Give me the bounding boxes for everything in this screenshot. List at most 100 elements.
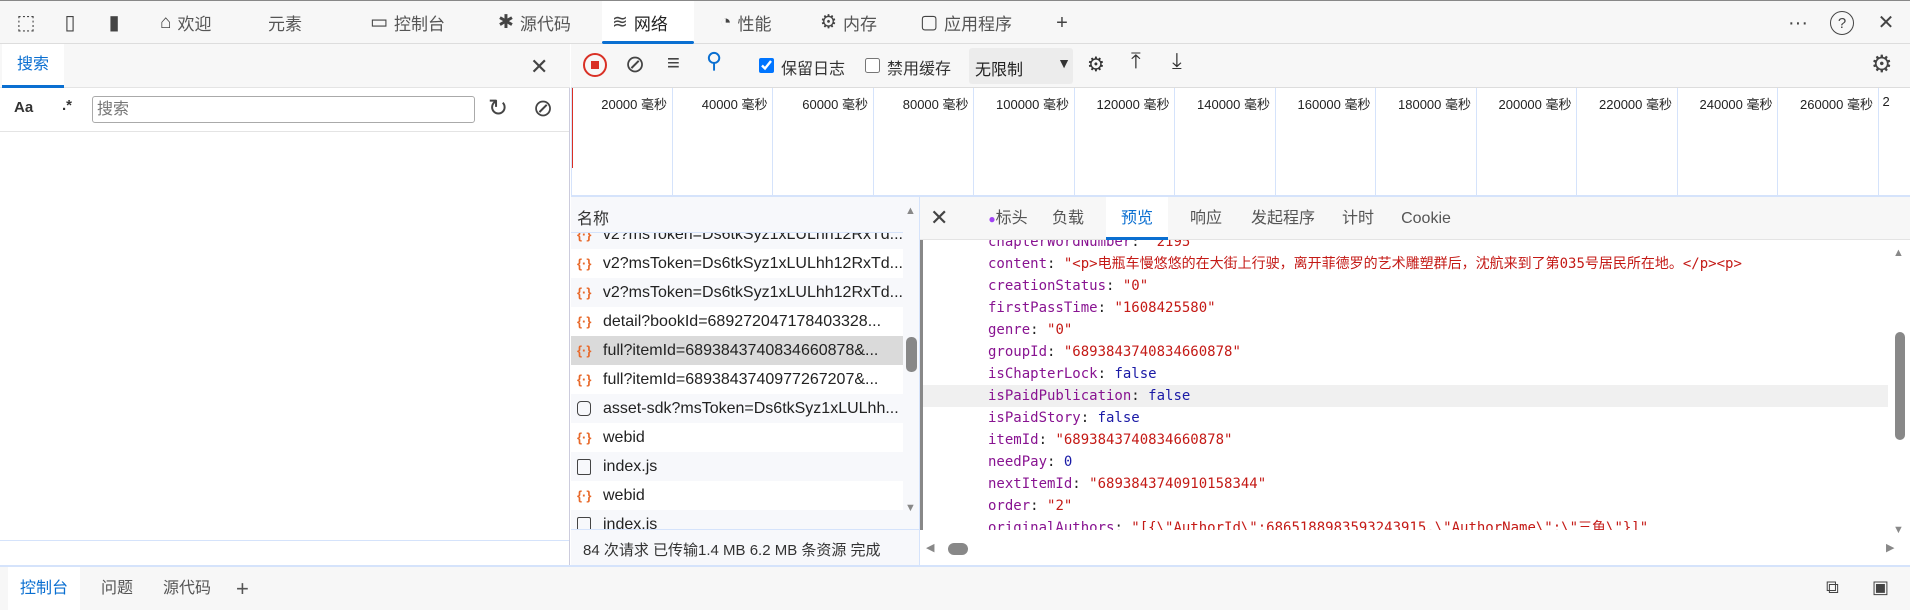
- dropdown-arrow-icon: ▼: [1057, 55, 1071, 71]
- tab-gauge[interactable]: ◔ 性能: [710, 1, 800, 44]
- import-har-icon[interactable]: ⤒: [1131, 48, 1141, 74]
- add-drawer-tab-icon[interactable]: +: [236, 567, 249, 610]
- request-name: v2?msToken=Ds6tkSyz1xLULhh12RxTd...: [602, 283, 903, 301]
- timeline-tick: 60000 毫秒: [772, 88, 872, 195]
- clear-icon[interactable]: ⊘: [533, 94, 553, 123]
- search-icon[interactable]: ⚲: [706, 48, 722, 74]
- timeline-tick: 160000 毫秒: [1274, 88, 1375, 195]
- json-property[interactable]: groupId: "6893843740834660878": [988, 341, 1241, 363]
- details-tab[interactable]: 发起程序: [1246, 197, 1320, 240]
- refresh-icon[interactable]: ↻: [488, 94, 508, 123]
- request-name: full?itemId=6893843740834660878&...: [603, 341, 879, 359]
- regex-toggle[interactable]: .*: [62, 97, 72, 114]
- wifi-icon: ≋: [612, 12, 628, 33]
- json-property[interactable]: genre: "0": [988, 319, 1072, 341]
- more-icon[interactable]: ···: [1786, 11, 1810, 35]
- tab-app[interactable]: ▢ 应用程序: [910, 1, 1035, 44]
- filter-icon[interactable]: ≡: [667, 50, 680, 76]
- details-tab[interactable]: ●标头: [982, 197, 1034, 240]
- drawer: 控制台 问题 源代码 + ⧉ ▣: [0, 565, 1910, 610]
- tab-code[interactable]: 元素: [252, 1, 352, 44]
- network-overview-timeline[interactable]: 20000 毫秒 40000 毫秒 60000 毫秒 80000 毫秒 100000 毫…: [571, 88, 1910, 197]
- close-devtools-icon[interactable]: ✕: [1874, 11, 1898, 35]
- request-row[interactable]: {·} v2?msToken=Ds6tkSyz1xLULhh12RxTd...: [571, 278, 903, 307]
- request-name: index.js: [603, 515, 658, 530]
- json-property[interactable]: nextItemId: "6893843740910158344": [988, 473, 1266, 495]
- dock-icon[interactable]: ⧉: [1826, 577, 1839, 598]
- sidebar-toggle-icon[interactable]: ▮: [102, 11, 126, 35]
- json-property[interactable]: content: "<p>电瓶车慢悠悠的在大街上行驶，离开菲德罗的艺术雕塑群后，…: [988, 253, 1742, 275]
- preview-scrollbar[interactable]: [1895, 332, 1905, 440]
- name-column-header[interactable]: 名称: [571, 197, 903, 233]
- request-row[interactable]: {·} full?itemId=6893843740834660878&...: [571, 336, 903, 365]
- export-har-icon[interactable]: ⤓: [1172, 48, 1182, 74]
- json-property[interactable]: isPaidStory: false: [988, 407, 1140, 429]
- scroll-down-icon[interactable]: ▼: [905, 502, 916, 514]
- request-row[interactable]: {·} v2?msToken=Ds6tkSyz1xLULhh12RxTd...: [571, 249, 903, 278]
- search-tab[interactable]: 搜索: [2, 44, 64, 88]
- match-case-toggle[interactable]: Aa: [14, 99, 33, 116]
- tab-label: 欢迎: [177, 15, 212, 34]
- network-conditions-icon[interactable]: ⚙: [1087, 52, 1105, 77]
- drawer-tab[interactable]: 问题: [92, 567, 142, 610]
- details-tab[interactable]: Cookie: [1396, 197, 1456, 240]
- request-row[interactable]: {·} full?itemId=6893843740977267207&...: [571, 365, 903, 394]
- list-scrollbar[interactable]: [906, 337, 917, 372]
- scroll-up-icon[interactable]: ▲: [1893, 247, 1904, 259]
- tab-bug[interactable]: ✱ 源代码: [488, 1, 588, 44]
- json-property[interactable]: isPaidPublication: false: [988, 385, 1190, 407]
- disable-cache-checkbox[interactable]: [865, 58, 880, 73]
- throttle-select[interactable]: 无限制 ▼: [969, 48, 1073, 84]
- request-row[interactable]: {·} v2?msToken=Ds6tkSyz1xLULhh12RxTd...: [571, 233, 903, 249]
- json-property[interactable]: itemId: "6893843740834660878": [988, 429, 1232, 451]
- details-tab[interactable]: 计时: [1332, 197, 1384, 240]
- drawer-tab[interactable]: 控制台: [8, 567, 80, 610]
- timeline-tick: 200000 毫秒: [1475, 88, 1576, 195]
- search-input[interactable]: [92, 96, 475, 123]
- close-details-icon[interactable]: ✕: [930, 205, 948, 231]
- file-icon: [577, 458, 591, 475]
- tab-console[interactable]: ▭ 控制台: [360, 1, 475, 44]
- home-icon: ⌂: [160, 11, 172, 33]
- add-tab-icon[interactable]: +: [1050, 11, 1074, 35]
- json-property[interactable]: originalAuthors: "[{\"AuthorId\":6865188…: [988, 517, 1648, 530]
- request-row[interactable]: index.js: [571, 510, 903, 529]
- details-tab[interactable]: 负载: [1042, 197, 1094, 240]
- record-button[interactable]: [583, 53, 607, 77]
- json-property[interactable]: order: "2": [988, 495, 1072, 517]
- close-drawer-icon[interactable]: ▣: [1872, 577, 1889, 598]
- tab-home[interactable]: ⌂ 欢迎: [150, 1, 240, 44]
- preserve-log-checkbox[interactable]: [759, 58, 774, 73]
- clear-log-icon[interactable]: ⊘: [625, 50, 645, 79]
- close-search-icon[interactable]: ✕: [530, 54, 548, 80]
- request-row[interactable]: {·} webid: [571, 423, 903, 452]
- timeline-tick: 220000 毫秒: [1576, 88, 1676, 195]
- file-icon: [577, 516, 591, 529]
- request-row[interactable]: index.js: [571, 452, 903, 481]
- request-name: v2?msToken=Ds6tkSyz1xLULhh12RxTd...: [602, 254, 903, 272]
- tab-label: 性能: [737, 15, 772, 34]
- json-property[interactable]: firstPassTime: "1608425580": [988, 297, 1216, 319]
- settings-gear-icon[interactable]: ⚙: [1871, 50, 1893, 79]
- fetch-xhr-icon: {·}: [577, 430, 592, 445]
- tab-wifi[interactable]: ≋ 网络: [602, 1, 694, 44]
- json-property[interactable]: chapterWordNumber: "2195": [988, 240, 1199, 253]
- request-row[interactable]: {·} detail?bookId=689272047178403328...: [571, 307, 903, 336]
- scroll-up-icon[interactable]: ▲: [905, 205, 916, 217]
- help-icon[interactable]: ?: [1830, 11, 1854, 35]
- json-property[interactable]: needPay: 0: [988, 451, 1072, 473]
- request-row[interactable]: {·} webid: [571, 481, 903, 510]
- json-property[interactable]: creationStatus: "0": [988, 275, 1148, 297]
- json-property[interactable]: isChapterLock: false: [988, 363, 1157, 385]
- request-row[interactable]: asset-sdk?msToken=Ds6tkSyz1xLULhh...: [571, 394, 903, 423]
- tab-chip[interactable]: ⚙ 内存: [810, 1, 898, 44]
- fetch-xhr-icon: {·}: [577, 488, 592, 503]
- timeline-tick: 20000 毫秒: [571, 88, 671, 195]
- details-tab[interactable]: 响应: [1180, 197, 1232, 240]
- details-tab[interactable]: 预览: [1106, 197, 1168, 240]
- inspect-icon[interactable]: ⬚: [14, 11, 38, 35]
- drawer-tab[interactable]: 源代码: [150, 567, 224, 610]
- device-emulation-icon[interactable]: ▯: [58, 11, 82, 35]
- horizontal-scrollbar[interactable]: ◀ ▶: [920, 535, 1910, 565]
- timeline-tick: 80000 毫秒: [872, 88, 973, 195]
